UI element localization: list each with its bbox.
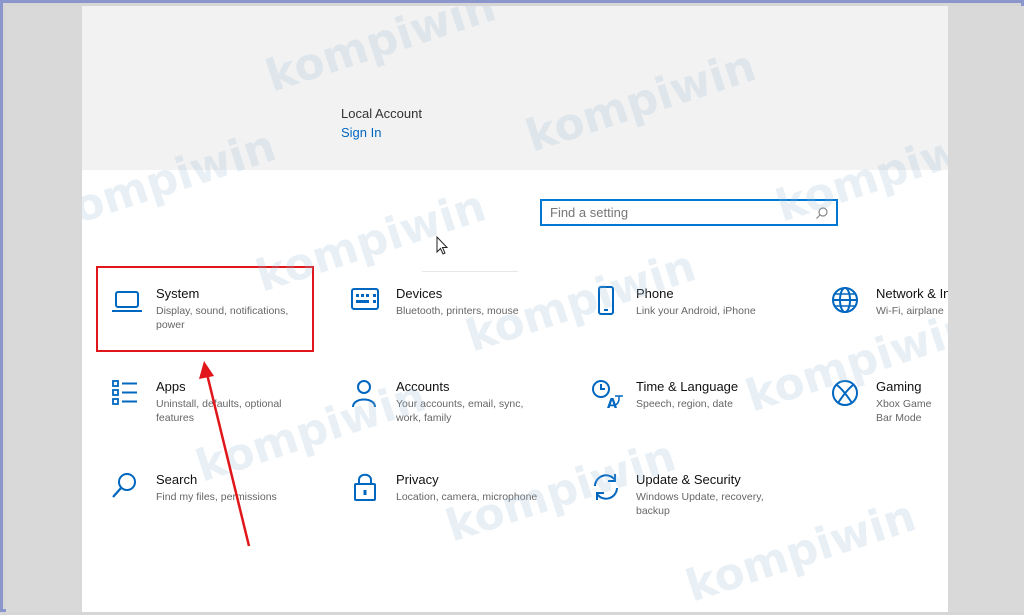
tile-title: Search	[156, 472, 198, 487]
tile-title: Accounts	[396, 379, 450, 394]
tile-accounts[interactable]: Accounts Your accounts, email, sync, wor…	[350, 379, 570, 449]
settings-search-box[interactable]	[540, 199, 838, 226]
tile-description: Windows Update, recovery, backup	[636, 491, 764, 517]
tile-title: System	[156, 286, 200, 301]
right-margin	[948, 6, 1024, 612]
tile-title: Update & Security	[636, 472, 741, 487]
tile-phone[interactable]: Phone Link your Android, iPhone	[590, 286, 810, 356]
tile-description: Your accounts, email, sync, work, family	[396, 398, 524, 424]
tile-title: Gaming	[876, 379, 922, 394]
tile-title: Phone	[636, 286, 674, 301]
tile-title: Devices	[396, 286, 443, 301]
mouse-cursor-icon	[436, 236, 449, 255]
tile-description: Link your Android, iPhone	[636, 305, 756, 317]
tile-description: Display, sound, notifications, power	[156, 305, 289, 331]
tile-title: Time & Language	[636, 379, 739, 394]
sync-icon	[594, 474, 618, 500]
tile-search[interactable]: Search Find my files, permissions	[110, 472, 330, 542]
tile-gaming[interactable]: Gaming Xbox Game Bar Mode	[830, 379, 948, 449]
watermark-text: kompiwin	[249, 180, 492, 303]
find-setting-input[interactable]	[542, 201, 812, 224]
tile-description: Location, camera, microphone	[396, 491, 538, 503]
phone-icon	[598, 286, 614, 315]
tile-description: Find my files, permissions	[156, 491, 277, 503]
search-magnifier-icon[interactable]	[815, 206, 829, 220]
settings-window: Local Account Sign In System Display, so…	[82, 6, 948, 612]
tile-devices[interactable]: Devices Bluetooth, printers, mouse	[350, 286, 570, 356]
left-margin	[6, 6, 82, 612]
tile-network[interactable]: Network & In Wi-Fi, airplane	[830, 286, 948, 356]
lock-icon	[354, 473, 376, 501]
tile-apps[interactable]: Apps Uninstall, defaults, optional featu…	[110, 379, 330, 449]
screenshot-frame: Local Account Sign In System Display, so…	[0, 0, 1024, 612]
tile-title: Apps	[156, 379, 186, 394]
keyboard-icon	[351, 288, 379, 310]
tile-privacy[interactable]: Privacy Location, camera, microphone	[350, 472, 570, 542]
tile-description: Uninstall, defaults, optional features	[156, 398, 282, 424]
tile-time-language[interactable]: A Time & Language Speech, region, date	[590, 379, 810, 449]
person-icon	[352, 380, 376, 408]
tile-title: Network & In	[876, 286, 948, 301]
account-header: Local Account Sign In	[82, 6, 948, 170]
sign-in-link[interactable]: Sign In	[341, 125, 381, 140]
tile-system[interactable]: System Display, sound, notifications, po…	[110, 286, 330, 356]
tile-description: Xbox Game Bar Mode	[876, 398, 932, 424]
header-divider	[422, 271, 518, 272]
xbox-icon	[832, 380, 858, 406]
tile-title: Privacy	[396, 472, 439, 487]
tile-description: Wi-Fi, airplane	[876, 305, 944, 317]
apps-list-icon	[112, 380, 137, 405]
tile-description: Bluetooth, printers, mouse	[396, 305, 519, 317]
tile-description: Speech, region, date	[636, 398, 733, 410]
laptop-icon	[112, 291, 142, 312]
account-type-label: Local Account	[341, 106, 422, 121]
globe-icon	[832, 287, 858, 313]
search-icon	[112, 473, 136, 498]
time-language-icon: A	[592, 380, 623, 412]
tile-update-security[interactable]: Update & Security Windows Update, recove…	[590, 472, 810, 542]
